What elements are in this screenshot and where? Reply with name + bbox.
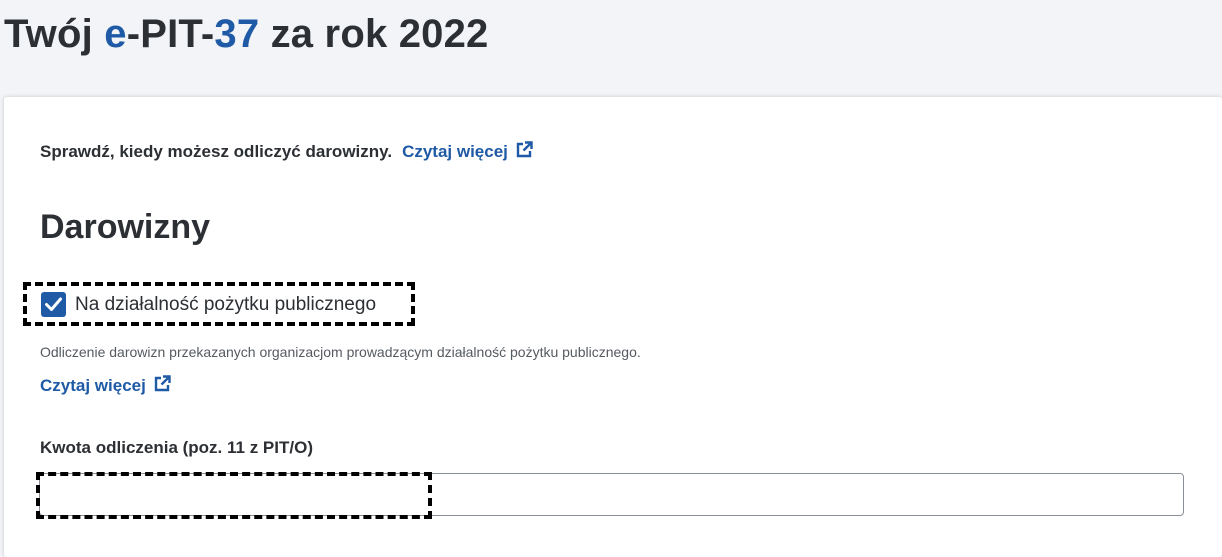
- public-benefit-checkbox-label[interactable]: Na działalność pożytku publicznego: [75, 292, 376, 317]
- public-benefit-checkbox[interactable]: [41, 292, 66, 317]
- external-link-icon: [152, 374, 172, 394]
- section-title: Darowizny: [40, 208, 211, 246]
- page-title: Twój e-PIT-37 za rok 2022: [4, 10, 489, 58]
- page-title-e-accent: e: [104, 12, 127, 56]
- helper-text: Odliczenie darowizn przekazanych organiz…: [40, 344, 641, 360]
- amount-field-label: Kwota odliczenia (poz. 11 z PIT/O): [40, 438, 313, 457]
- form-card: Sprawdź, kiedy możesz odliczyć darowizny…: [4, 97, 1222, 557]
- page-title-form-number: 37: [214, 12, 260, 56]
- checkbox-highlight-frame: Na działalność pożytku publicznego: [23, 282, 415, 326]
- read-more-link-label: Czytaj więcej: [402, 142, 508, 161]
- page-title-suffix: za rok 2022: [259, 12, 489, 56]
- info-line: Sprawdź, kiedy możesz odliczyć darowizny…: [40, 140, 534, 164]
- amount-input[interactable]: [39, 473, 1184, 516]
- page-title-prefix: Twój: [4, 12, 105, 56]
- read-more-link-2[interactable]: Czytaj więcej: [40, 374, 172, 398]
- read-more-link[interactable]: Czytaj więcej: [402, 140, 534, 161]
- external-link-icon: [514, 140, 534, 160]
- read-more-link-2-label: Czytaj więcej: [40, 376, 146, 395]
- info-text: Sprawdź, kiedy możesz odliczyć darowizny…: [40, 142, 393, 161]
- checkmark-icon: [45, 297, 62, 311]
- page-title-mid: -PIT-: [126, 12, 215, 56]
